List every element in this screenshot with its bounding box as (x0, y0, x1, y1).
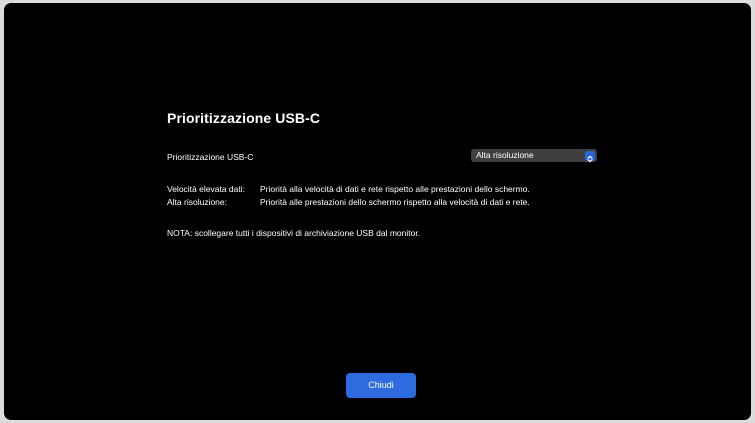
close-button[interactable]: Chiudi (346, 373, 416, 398)
setting-label: Prioritizzazione USB-C (167, 152, 254, 162)
usb-c-priority-dropdown[interactable]: Alta risoluzione (471, 149, 597, 162)
description-row: Alta risoluzione: Priorità alle prestazio… (167, 197, 530, 207)
dialog-content: Prioritizzazione USB-C Prioritizzazione … (167, 3, 607, 420)
description-text: Priorità alle prestazioni dello schermo … (260, 197, 530, 207)
dialog-title: Prioritizzazione USB-C (167, 110, 321, 126)
dialog-window: Prioritizzazione USB-C Prioritizzazione … (4, 3, 751, 420)
dropdown-selected-value: Alta risoluzione (476, 150, 534, 160)
chevron-up-down-icon (585, 150, 595, 162)
description-term: Alta risoluzione: (167, 197, 228, 207)
description-term: Velocità elevata dati: (167, 184, 245, 194)
description-row: Velocità elevata dati: Priorità alla velo… (167, 184, 530, 194)
description-text: Priorità alla velocità di dati e rete ri… (260, 184, 530, 194)
note-text: NOTA: scollegare tutti i dispositivi di … (167, 228, 421, 238)
